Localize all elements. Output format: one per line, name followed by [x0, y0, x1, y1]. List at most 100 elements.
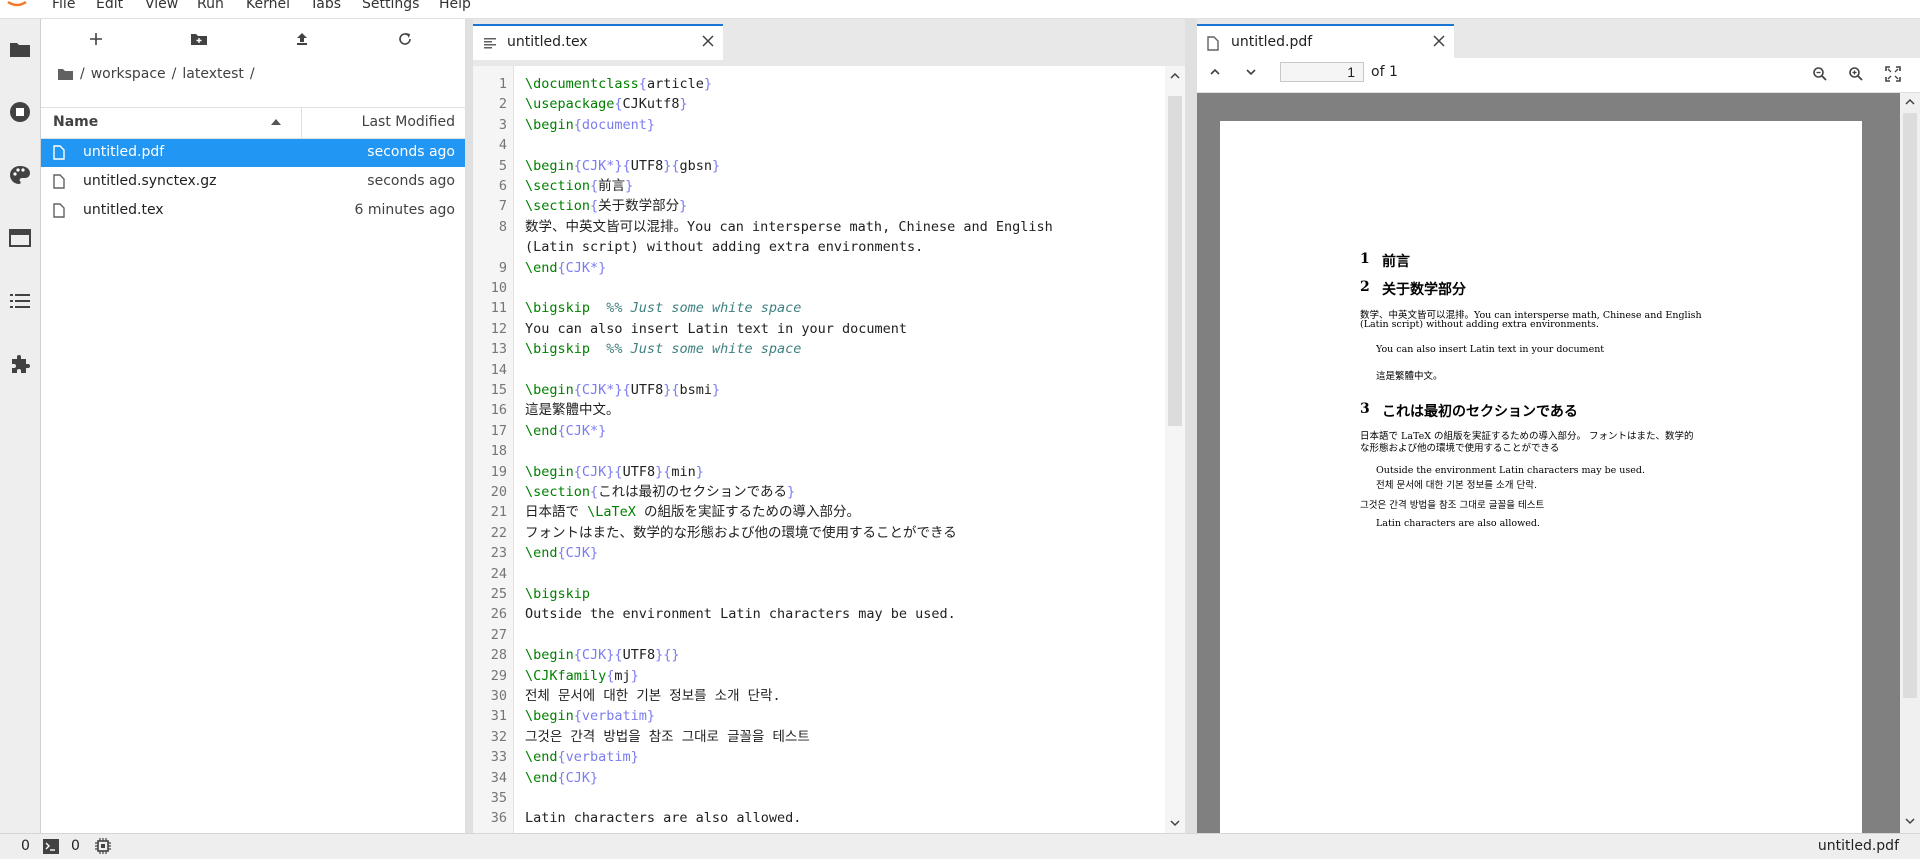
breadcrumb-workspace[interactable]: workspace: [91, 66, 166, 82]
code-line[interactable]: \documentclass{article}: [525, 74, 712, 94]
scroll-down-icon[interactable]: [1170, 820, 1180, 827]
menu-settings[interactable]: Settings: [362, 0, 419, 12]
new-launcher-button[interactable]: [81, 27, 111, 51]
breadcrumb-latextest[interactable]: latextest: [182, 66, 244, 82]
code-line[interactable]: \bigskip: [525, 584, 590, 604]
code-line[interactable]: \begin{document}: [525, 115, 655, 135]
tab-label: untitled.tex: [507, 34, 588, 50]
code-line[interactable]: \begin{CJK*}{UTF8}{bsmi}: [525, 380, 720, 400]
column-divider[interactable]: [301, 108, 302, 138]
pdf-paragraph: Outside the environment Latin characters…: [1376, 465, 1646, 476]
scroll-down-icon[interactable]: [1905, 818, 1915, 825]
code-line[interactable]: You can also insert Latin text in your d…: [525, 319, 907, 339]
pdf-scrollbar[interactable]: [1900, 93, 1920, 833]
file-row[interactable]: untitled.synctex.gz seconds ago: [41, 168, 465, 196]
code-line[interactable]: \bigskip %% Just some white space: [525, 298, 801, 318]
line-number: 2: [498, 96, 507, 113]
name-column-header[interactable]: Name: [53, 114, 98, 130]
code-line[interactable]: \section{これは最初のセクションである}: [525, 482, 795, 502]
pdf-scroll-thumb[interactable]: [1903, 113, 1917, 698]
code-line[interactable]: \end{CJK}: [525, 768, 598, 788]
refresh-button[interactable]: [390, 27, 420, 51]
code-editor[interactable]: 1 \documentclass{article} 2 \usepackage{CJK…: [473, 66, 1185, 833]
running-icon[interactable]: [4, 96, 36, 128]
code-line[interactable]: \begin{verbatim}: [525, 706, 655, 726]
code-line[interactable]: 日本語で \LaTeX の組版を実証するための導入部分。: [525, 502, 860, 522]
close-icon[interactable]: [701, 34, 715, 48]
menu-kernel[interactable]: Kernel: [246, 0, 290, 12]
code-line[interactable]: \begin{CJK}{UTF8}{min}: [525, 462, 704, 482]
file-row[interactable]: untitled.pdf seconds ago: [41, 139, 465, 167]
kernel-count[interactable]: 0: [71, 838, 80, 854]
code-line[interactable]: \end{CJK*}: [525, 421, 606, 441]
folder-icon[interactable]: [57, 67, 74, 81]
pdf-section-number: 2: [1360, 279, 1370, 295]
menu-file[interactable]: File: [52, 0, 75, 12]
code-line[interactable]: Latin characters are also allowed.: [525, 808, 801, 828]
editor-scroll-thumb[interactable]: [1168, 96, 1182, 426]
kernel-chip-icon[interactable]: [95, 838, 111, 854]
code-line[interactable]: \section{关于数学部分}: [525, 196, 687, 216]
code-line[interactable]: \end{CJK*}: [525, 258, 606, 278]
code-line[interactable]: \end{verbatim}: [525, 747, 639, 767]
code-line[interactable]: 그것은 간격 방법을 참조 그대로 글꼴을 테스트: [525, 727, 810, 747]
code-line[interactable]: \section{前言}: [525, 176, 633, 196]
pdf-viewport[interactable]: 1 前言 2 关于数学部分 数学、中英文皆可以混排。You can inters…: [1197, 93, 1920, 833]
line-number: 5: [498, 157, 507, 174]
modified-column-header[interactable]: Last Modified: [362, 114, 455, 130]
status-bar: 0 0 untitled.pdf: [0, 833, 1920, 859]
upload-button[interactable]: [287, 27, 317, 51]
fit-page-icon[interactable]: [1885, 66, 1901, 82]
code-line[interactable]: フォントはまた、数学的な形態および他の環境で使用することができる: [525, 523, 957, 543]
line-number: 4: [498, 137, 507, 154]
tab-untitled-pdf[interactable]: untitled.pdf: [1197, 24, 1454, 60]
line-number: 12: [490, 320, 507, 337]
line-number: 25: [490, 586, 507, 602]
line-number: 27: [490, 626, 507, 643]
tabs-icon[interactable]: [4, 222, 36, 254]
menu-edit[interactable]: Edit: [96, 0, 123, 12]
code-line[interactable]: (Latin script) without adding extra envi…: [525, 237, 923, 257]
code-line[interactable]: \bigskip %% Just some white space: [525, 339, 801, 359]
editor-scrollbar[interactable]: [1165, 66, 1185, 833]
menu-run[interactable]: Run: [197, 0, 224, 12]
folder-icon[interactable]: [4, 33, 36, 65]
file-row[interactable]: untitled.tex 6 minutes ago: [41, 197, 465, 225]
zoom-out-icon[interactable]: [1812, 66, 1828, 82]
scroll-up-icon[interactable]: [1905, 98, 1915, 105]
panel-splitter[interactable]: [1185, 19, 1197, 833]
code-line[interactable]: \begin{CJK*}{UTF8}{gbsn}: [525, 156, 720, 176]
menu-view[interactable]: View: [145, 0, 178, 12]
next-page-icon[interactable]: [1245, 68, 1257, 76]
scroll-up-icon[interactable]: [1170, 72, 1180, 79]
code-line[interactable]: Outside the environment Latin characters…: [525, 604, 956, 624]
code-line[interactable]: \usepackage{CJKutf8}: [525, 94, 688, 114]
code-line[interactable]: 這是繁體中文。: [525, 400, 620, 420]
menu-help[interactable]: Help: [439, 0, 471, 12]
new-folder-button[interactable]: [184, 27, 214, 51]
previous-page-icon[interactable]: [1209, 68, 1221, 76]
file-name: untitled.pdf: [83, 144, 165, 160]
line-number: 30: [490, 688, 507, 704]
pdf-paragraph: 전체 문서에 대한 기본 정보를 소개 단락.: [1376, 480, 1537, 491]
toc-icon[interactable]: [4, 285, 36, 317]
code-line[interactable]: \end{CJK}: [525, 543, 598, 563]
palette-icon[interactable]: [4, 159, 36, 191]
terminal-count[interactable]: 0: [21, 838, 30, 854]
code-line[interactable]: 数学、中英文皆可以混排。You can intersperse math, Ch…: [525, 217, 1053, 237]
menu-tabs[interactable]: Tabs: [310, 0, 341, 12]
line-number: 8: [498, 218, 507, 235]
code-line[interactable]: 전체 문서에 대한 기본 정보를 소개 단락.: [525, 686, 781, 706]
line-number: 35: [490, 790, 507, 806]
file-icon: [1207, 36, 1219, 51]
terminal-icon[interactable]: [43, 839, 59, 854]
code-line[interactable]: \CJKfamily{mj}: [525, 666, 639, 686]
pdf-section-number: 3: [1360, 401, 1370, 417]
page-number-input[interactable]: 1: [1280, 62, 1364, 82]
panel-splitter[interactable]: [465, 19, 473, 833]
zoom-in-icon[interactable]: [1848, 66, 1864, 82]
close-icon[interactable]: [1432, 34, 1446, 48]
extension-icon[interactable]: [4, 348, 36, 380]
code-line[interactable]: \begin{CJK}{UTF8}{}: [525, 645, 679, 665]
tab-untitled-tex[interactable]: untitled.tex: [473, 24, 723, 60]
